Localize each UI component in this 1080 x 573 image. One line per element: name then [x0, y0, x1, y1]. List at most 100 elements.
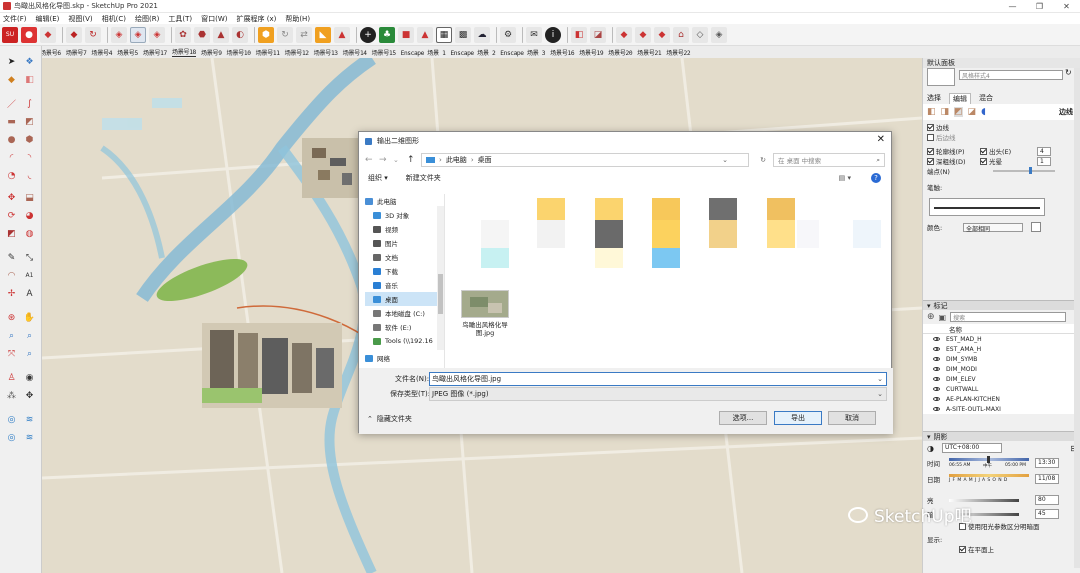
plugin-icon[interactable]: ◐: [232, 26, 248, 43]
nav-documents[interactable]: 文档: [365, 250, 444, 264]
exported-image-thumbnail[interactable]: [461, 290, 509, 318]
paint-icon[interactable]: ◪: [590, 26, 606, 43]
make-component-icon[interactable]: ❖: [22, 54, 37, 69]
line-pencil-icon[interactable]: ／: [4, 96, 19, 111]
follow-me-icon[interactable]: ◕: [22, 208, 37, 223]
sandbox-smoove-icon[interactable]: ≋: [22, 412, 37, 427]
modeling-settings-icon[interactable]: ◖: [981, 107, 986, 117]
watermark-settings-icon[interactable]: ◪: [968, 107, 977, 117]
menu-file[interactable]: 文件(F): [3, 14, 27, 24]
tag-row[interactable]: DIM_SYMB: [923, 354, 1080, 364]
scene-tab[interactable]: 场景号14: [343, 48, 367, 57]
back-arrow-icon[interactable]: ←: [365, 155, 376, 165]
section-icon[interactable]: ◈: [711, 26, 727, 43]
filename-input[interactable]: 鸟瞰出风格化导图.jpg ⌄: [429, 372, 887, 386]
dark-input[interactable]: 45: [1035, 509, 1059, 519]
style-name-field[interactable]: 风格样式4: [959, 70, 1063, 80]
component-icon[interactable]: ◆: [654, 26, 670, 43]
tray-scrollbar[interactable]: [1074, 68, 1080, 568]
checker-flag-icon[interactable]: ▩: [455, 26, 471, 43]
file-thumbnail[interactable]: [595, 220, 623, 248]
scene-tab[interactable]: Enscape 场景 2: [450, 48, 495, 57]
tab-mix[interactable]: 混合: [979, 93, 993, 103]
tags-name-column[interactable]: 名称: [923, 324, 1080, 334]
zoom-extents-icon[interactable]: ⤧: [4, 346, 19, 361]
circle-icon[interactable]: ●: [4, 132, 19, 147]
file-thumbnail[interactable]: [481, 248, 509, 268]
zoom-window-icon[interactable]: ⌕: [22, 328, 37, 343]
back-edges-checkbox[interactable]: [927, 133, 934, 141]
scene-tab[interactable]: 场景号19: [579, 48, 603, 57]
nav-music[interactable]: 音乐: [365, 278, 444, 292]
eye-icon[interactable]: [933, 337, 940, 341]
color-mode-select[interactable]: 全部相同: [963, 222, 1023, 233]
plugin-icon[interactable]: ●: [21, 26, 37, 43]
menu-view[interactable]: 视图(V): [68, 14, 92, 24]
plugin-icon[interactable]: ✿: [175, 26, 191, 43]
tag-folder-icon[interactable]: ▣: [939, 313, 947, 322]
organize-button[interactable]: 组织 ▾: [368, 173, 388, 183]
halo-slider-thumb[interactable]: [1029, 167, 1032, 174]
move-icon[interactable]: ✥: [4, 190, 19, 205]
file-thumbnail[interactable]: [537, 220, 565, 248]
select-arrow-icon[interactable]: ➤: [4, 54, 19, 69]
zoom-icon[interactable]: ⌕: [4, 328, 19, 343]
cancel-button[interactable]: 取消: [828, 411, 876, 425]
nav-3d-objects[interactable]: 3D 对象: [365, 208, 444, 222]
hide-folders-toggle[interactable]: ⌃ 隐藏文件夹: [367, 412, 412, 426]
file-thumbnail[interactable]: [652, 220, 680, 248]
scene-tab[interactable]: Enscape 场景 1: [401, 48, 446, 57]
orbit-icon[interactable]: ⊛: [4, 310, 19, 325]
walk-icon[interactable]: ⁂: [4, 388, 19, 403]
scene-tab[interactable]: 场景号13: [314, 48, 338, 57]
file-thumbnail[interactable]: [709, 220, 737, 248]
scene-tab[interactable]: 场景号15: [372, 48, 396, 57]
mountain-icon[interactable]: ▲: [334, 26, 350, 43]
new-folder-button[interactable]: 新建文件夹: [406, 173, 441, 183]
export-button[interactable]: 导出: [774, 411, 822, 425]
edges-row[interactable]: 边线: [923, 122, 1080, 132]
menu-help[interactable]: 帮助(H): [285, 14, 310, 24]
text-icon[interactable]: A1: [22, 268, 37, 283]
scene-tab[interactable]: 场景号20: [608, 48, 632, 57]
scene-tab[interactable]: 场景号21: [637, 48, 661, 57]
tab-select[interactable]: 选择: [927, 93, 941, 103]
plugin-icon[interactable]: ▲: [213, 26, 229, 43]
enscape-icon[interactable]: ⬢: [258, 26, 274, 43]
maximize-button[interactable]: ❐: [1026, 0, 1053, 13]
nav-downloads[interactable]: 下载: [365, 264, 444, 278]
help-icon[interactable]: ?: [871, 173, 881, 183]
file-thumbnail[interactable]: [481, 220, 509, 248]
up-arrow-icon[interactable]: ↑: [407, 155, 418, 165]
depth-row[interactable]: 深粗线(D) 光晕 1: [923, 156, 1080, 166]
light-input[interactable]: 80: [1035, 495, 1059, 505]
shadows-header[interactable]: ▾ 阴影: [923, 431, 1080, 441]
checker-icon[interactable]: ▦: [436, 26, 452, 43]
section-plane-icon[interactable]: ✥: [22, 388, 37, 403]
mountain-red-icon[interactable]: ▲: [417, 26, 433, 43]
add-icon[interactable]: +: [360, 26, 376, 43]
folder-thumbnail[interactable]: [709, 198, 737, 220]
folder-thumbnail[interactable]: [537, 198, 565, 220]
nav-desktop-selected[interactable]: 桌面: [365, 292, 444, 306]
menu-draw[interactable]: 绘图(R): [135, 14, 159, 24]
time-slider-thumb[interactable]: [987, 456, 990, 463]
depth-cue-checkbox[interactable]: [927, 157, 934, 165]
tag-row[interactable]: DIM_ELEV: [923, 374, 1080, 384]
tag-row[interactable]: DIM_MODI: [923, 364, 1080, 374]
nav-software-e[interactable]: 软件 (E:): [365, 320, 444, 334]
scene-tab[interactable]: 场景号7: [66, 48, 87, 57]
jitter-checkbox[interactable]: [980, 157, 987, 165]
minimize-button[interactable]: —: [999, 0, 1026, 13]
eye-icon[interactable]: [933, 357, 940, 361]
file-thumbnail[interactable]: [853, 220, 881, 248]
scene-tab[interactable]: 场景号10: [227, 48, 251, 57]
scene-tab[interactable]: 场景号6: [40, 48, 61, 57]
scene-tab[interactable]: 场景号5: [117, 48, 138, 57]
eye-icon[interactable]: [933, 377, 940, 381]
nav-scrollbar[interactable]: [437, 206, 444, 350]
nav-network[interactable]: 网络: [365, 351, 444, 365]
tag-row[interactable]: CURTWALL: [923, 384, 1080, 394]
eye-icon[interactable]: [933, 367, 940, 371]
menu-edit[interactable]: 编辑(E): [36, 14, 60, 24]
